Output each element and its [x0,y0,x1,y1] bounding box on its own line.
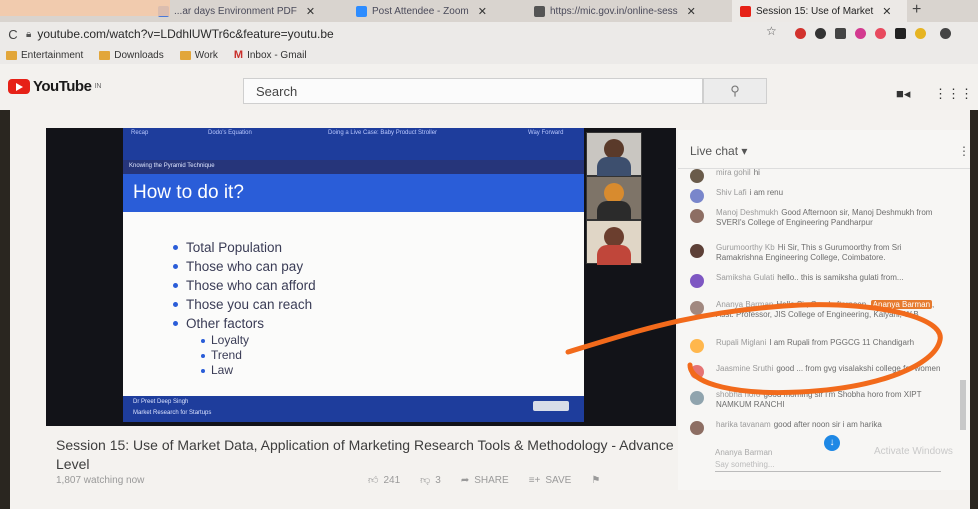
annotation-overlay [565,302,943,395]
annotation-circle [565,302,943,395]
